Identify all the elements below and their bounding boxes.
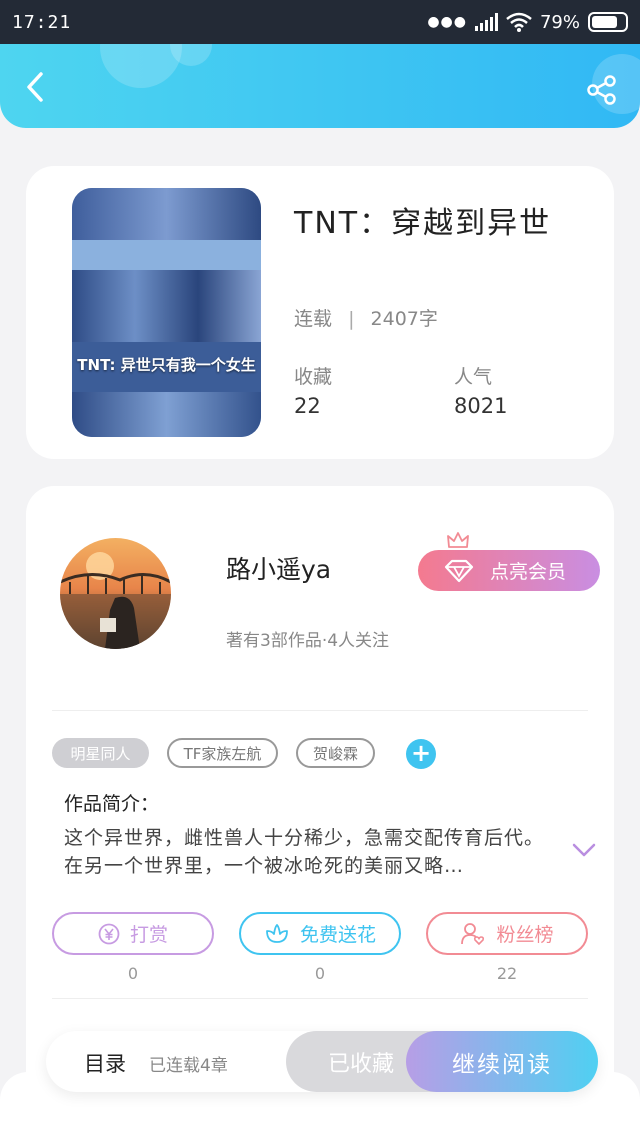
fan-ranking-button[interactable]: 粉丝榜 [426,912,588,955]
signal-icon [474,13,498,31]
header-bar [0,44,640,128]
vip-button[interactable]: 点亮会员 [418,550,600,591]
continue-reading-label: 继续阅读 [452,1051,552,1078]
add-tag-button[interactable]: + [406,739,436,769]
cover-caption: TNT: 异世只有我一个女生 [77,356,256,374]
flower-icon [266,923,288,943]
intro-title: 作品简介： [64,793,160,815]
tag-item[interactable]: TF家族左航 [167,738,278,768]
status-icons: ●●● 79% [427,12,628,33]
stat-popularity-value: 8021 [454,394,508,418]
book-status: 连载 [294,308,333,330]
vip-label: 点亮会员 [490,561,567,583]
tip-button[interactable]: 打赏 [52,912,214,955]
book-info-card: TNT: 异世只有我一个女生 TNT：穿越到异世 连载 | 2407字 收藏 2… [26,166,614,459]
battery-icon [588,12,628,32]
stat-favorites-label: 收藏 [294,366,333,388]
fan-count: 22 [496,964,518,983]
tag-item[interactable]: 贺峻霖 [296,738,375,768]
status-time: 17:21 [12,11,72,33]
send-flower-label: 免费送花 [299,924,376,946]
back-button[interactable] [18,70,52,104]
author-subtitle: 著有3部作品·4人关注 [226,631,390,651]
plus-icon: + [410,739,432,767]
diamond-icon [444,559,474,583]
status-bar: 17:21 ●●● 79% [0,0,640,44]
tag-item[interactable]: 明星同人 [52,738,149,768]
intro-text: 这个异世界，雌性兽人十分稀少，急需交配传育后代。在另一个世界里，一个被冰呛死的美… [64,827,545,877]
fan-ranking-label: 粉丝榜 [496,924,554,946]
yuan-icon [98,923,120,944]
book-title: TNT：穿越到异世 [294,206,552,241]
tip-count: 0 [127,964,139,983]
crown-icon [447,532,469,548]
collected-label: 已收藏 [327,1051,394,1077]
toc-button[interactable]: 目录 [84,1048,126,1078]
battery-text: 79% [539,11,580,33]
chevron-left-icon [27,72,43,102]
bottom-action-bar: 目录 已连载4章 已收藏 继续阅读 [46,1031,598,1092]
avatar[interactable] [60,538,171,649]
stat-popularity-label: 人气 [454,366,493,388]
chevron-down-icon[interactable] [572,842,596,858]
send-flower-button[interactable]: 免费送花 [239,912,401,955]
tip-label: 打赏 [129,924,168,946]
share-icon[interactable] [586,74,618,106]
book-word-count: 2407字 [370,308,438,330]
divider [52,710,588,711]
stat-favorites-value: 22 [294,394,321,418]
wifi-icon [506,12,532,32]
divider [52,998,588,999]
fan-icon [461,922,485,945]
book-meta: 连载 | 2407字 [294,308,438,330]
chapter-count: 已连载4章 [149,1056,228,1076]
flower-count: 0 [314,964,326,983]
continue-reading-button[interactable]: 继续阅读 [406,1031,598,1092]
author-name[interactable]: 路小遥ya [226,550,331,586]
more-dots-icon: ●●● [427,14,467,30]
book-cover[interactable]: TNT: 异世只有我一个女生 [72,188,261,437]
